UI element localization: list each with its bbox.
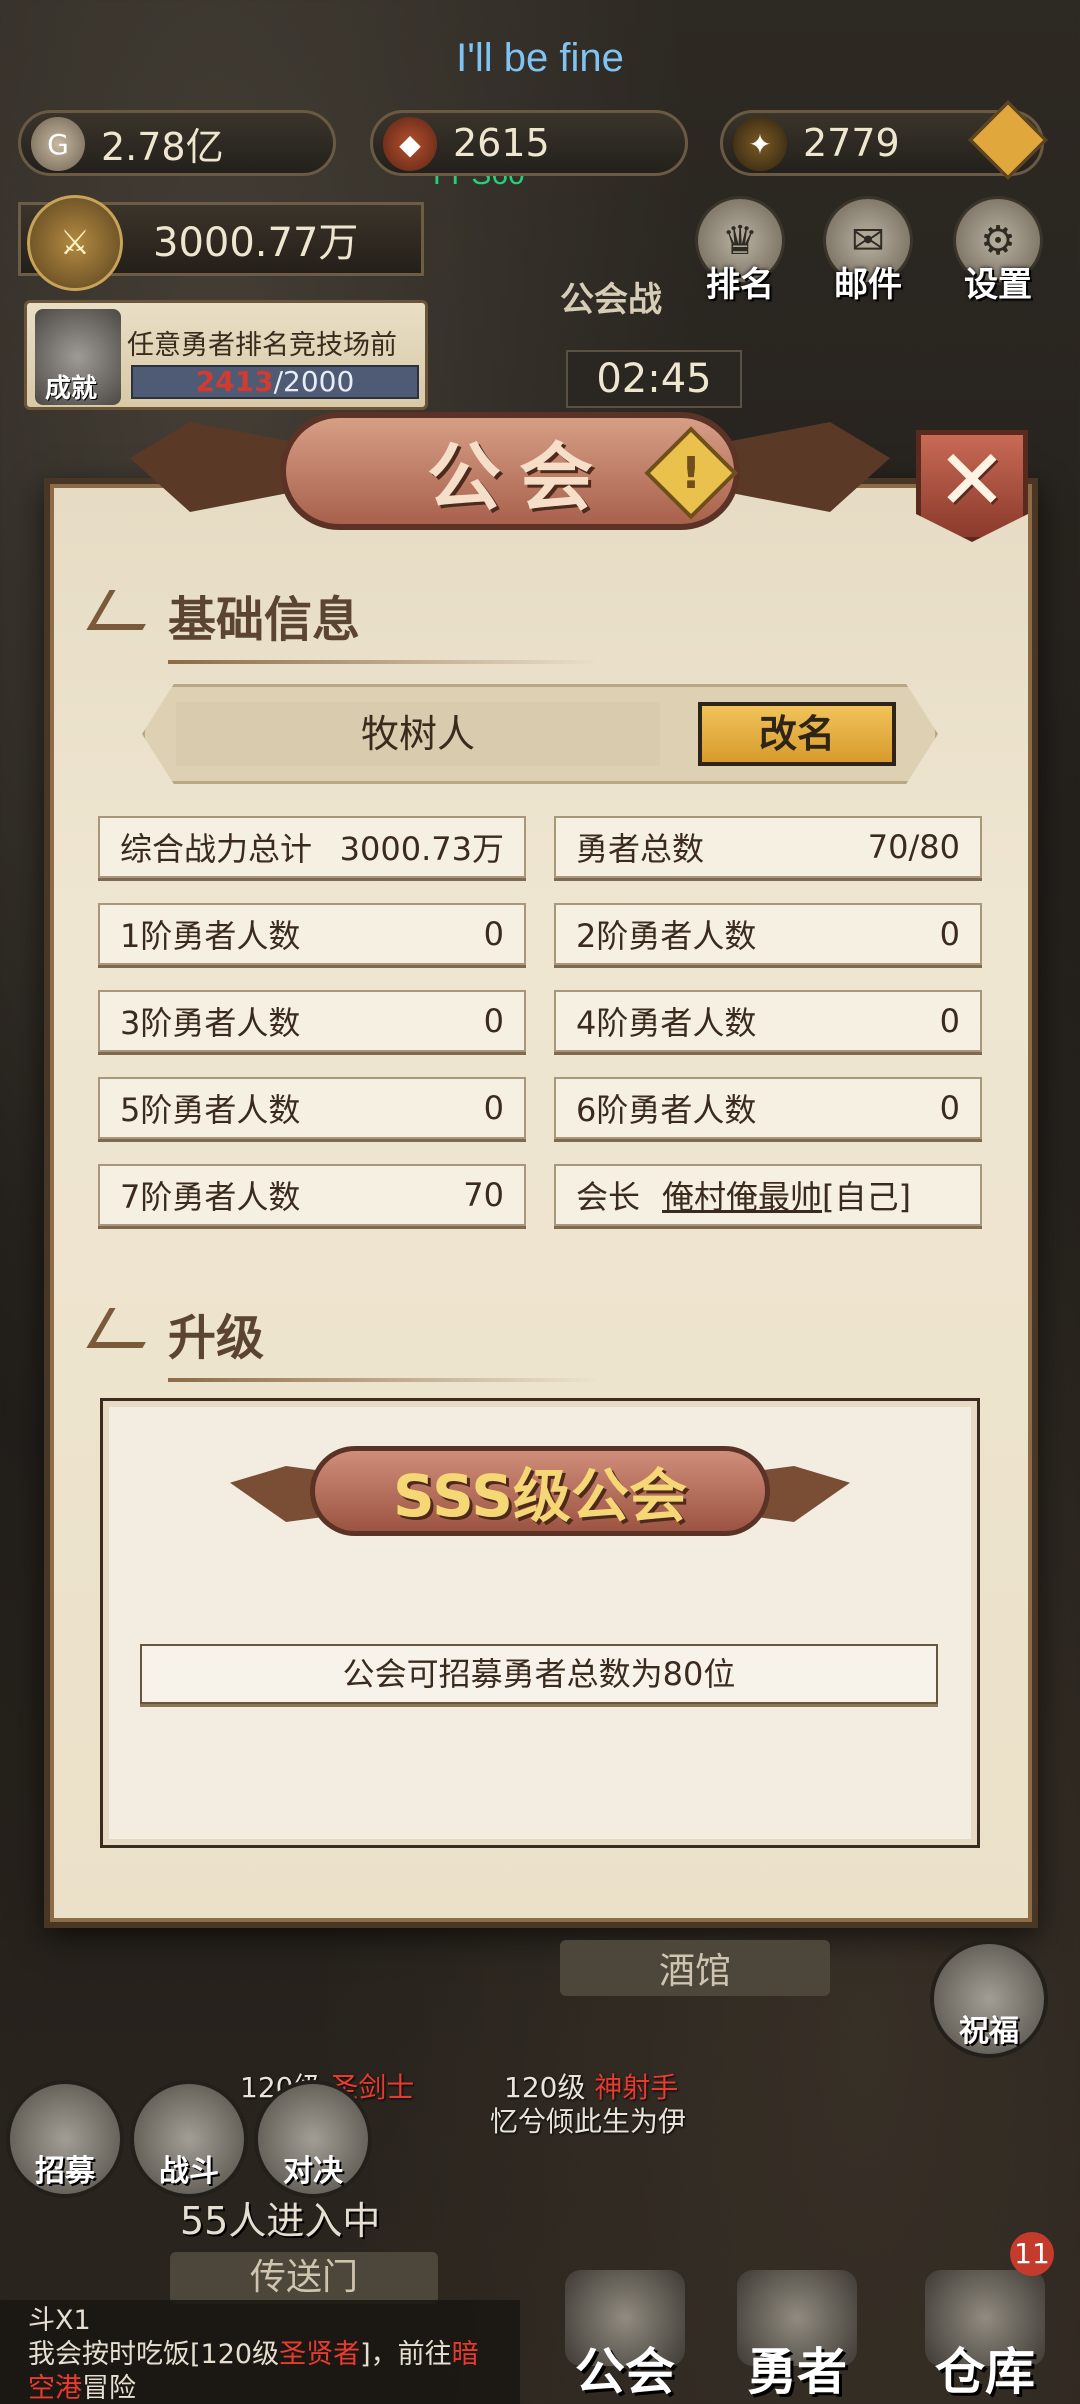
section-basic-info: 基础信息 (86, 580, 599, 664)
settings-button[interactable]: ⚙ 设置 (948, 196, 1048, 306)
guild-rank-title: SSS级公会 (310, 1446, 770, 1536)
exclamation-icon: ! (680, 447, 702, 499)
stat-tier7: 7阶勇者人数 70 (98, 1164, 526, 1226)
guild-rank-plate: SSS级公会 (230, 1440, 840, 1540)
stat-tier3: 3阶勇者人数 0 (98, 990, 526, 1052)
stat-tier5: 5阶勇者人数 0 (98, 1077, 526, 1139)
coin-icon: G (31, 117, 85, 171)
stat-leader: 会长 俺村俺最帅[自己] (554, 1164, 982, 1226)
music-overlay: I'll be fine (456, 36, 624, 80)
quest-text: 任意勇者排名竞技场前 (127, 330, 397, 361)
blessing-button[interactable]: 祝福 (930, 1940, 1048, 2058)
guild-name-field[interactable]: 牧树人 (176, 702, 660, 766)
power-display: ⚔ 3000.77万 (18, 195, 424, 291)
modal-title-banner: 公会 ! (130, 412, 850, 532)
guild-war-timer: 02:45 (566, 350, 742, 408)
stat-tier4: 4阶勇者人数 0 (554, 990, 982, 1052)
battle-button[interactable]: 战斗 (130, 2080, 248, 2198)
gem-counter[interactable]: ◆ 2615 (370, 110, 688, 176)
mail-button[interactable]: ✉ 邮件 (818, 196, 918, 306)
chat-ticker[interactable]: 斗X1 我会按时吃饭[120级圣贤者]，前往暗 空港冒险 (0, 2300, 520, 2404)
duel-button[interactable]: 对决 (254, 2080, 372, 2198)
close-icon: ✕ (936, 431, 1008, 529)
unit-name-2: 忆兮倾此生为伊 (490, 2105, 687, 2138)
achievement-quest[interactable]: 成就 任意勇者排名竞技场前 2413/2000 (24, 300, 428, 410)
rank-button[interactable]: ♛ 排名 (690, 196, 790, 306)
stat-total-heroes: 勇者总数 70/80 (554, 816, 982, 878)
modal-title: 公会 (427, 434, 611, 521)
nav-warehouse[interactable]: 仓库 (900, 2270, 1070, 2404)
stat-tier2: 2阶勇者人数 0 (554, 903, 982, 965)
warehouse-badge: 11 (1010, 2232, 1054, 2276)
power-crest-icon: ⚔ (27, 195, 123, 291)
achievement-label: 成就 (45, 374, 98, 404)
recruit-capacity-text: 公会可招募勇者总数为80位 (140, 1644, 938, 1704)
tavern-label[interactable]: 酒馆 (560, 1940, 830, 1996)
nav-guild[interactable]: 公会 (540, 2270, 710, 2404)
stat-tier6: 6阶勇者人数 0 (554, 1077, 982, 1139)
gem-icon: ◆ (383, 117, 437, 171)
entering-count: 55人进入中 (180, 2199, 381, 2243)
leader-name-link[interactable]: 俺村俺最帅 (662, 1178, 822, 1216)
energy-icon: ✦ (733, 117, 787, 171)
quest-progress: 2413/2000 (131, 365, 419, 399)
recruit-button[interactable]: 招募 (6, 2080, 124, 2198)
guild-war-label: 公会战 (560, 280, 662, 320)
gold-counter[interactable]: G 2.78亿 (18, 110, 336, 176)
rename-button[interactable]: 改名 (698, 702, 896, 766)
nav-hero[interactable]: 勇者 (712, 2270, 882, 2404)
stat-total-power: 综合战力总计 3000.73万 (98, 816, 526, 878)
stat-tier1: 1阶勇者人数 0 (98, 903, 526, 965)
portal-label[interactable]: 传送门 (170, 2252, 438, 2304)
section-upgrade: 升级 (86, 1298, 599, 1382)
